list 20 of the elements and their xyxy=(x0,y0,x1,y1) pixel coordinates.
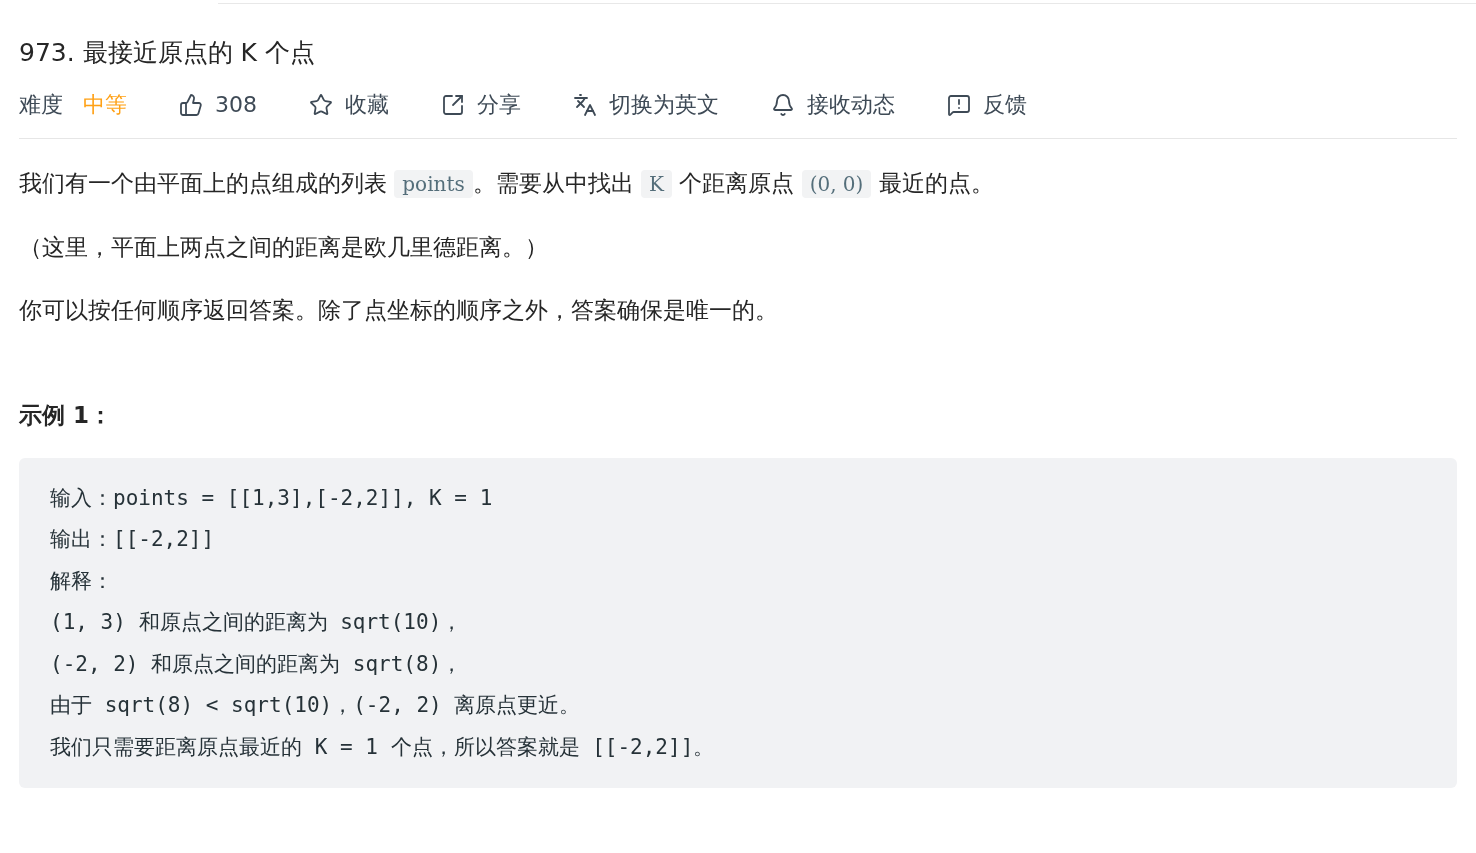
action-button[interactable]: 切换为英文 xyxy=(573,88,719,121)
action-button[interactable]: 接收动态 xyxy=(771,88,895,121)
translate-icon xyxy=(573,92,597,117)
bell-icon xyxy=(771,92,795,117)
difficulty-value: 中等 xyxy=(83,91,127,119)
action-button[interactable]: 收藏 xyxy=(309,88,389,121)
action-button[interactable]: 分享 xyxy=(441,88,521,121)
feedback-icon xyxy=(947,92,971,117)
difficulty-label: 难度 xyxy=(19,91,63,119)
action-button[interactable]: 反馈 xyxy=(947,88,1027,121)
problem-title: 973. 最接近原点的 K 个点 xyxy=(19,37,316,69)
thumbs-up-icon xyxy=(179,92,203,117)
description-paragraph: 你可以按任何顺序返回答案。除了点坐标的顺序之外，答案确保是唯一的。 xyxy=(19,296,779,325)
star-icon xyxy=(309,92,333,117)
example-heading: 示例 1： xyxy=(19,401,113,430)
description-paragraph: 我们有一个由平面上的点组成的列表 points 。需要从中找出 K 个距离原点 (0, 0) 最近的点。 xyxy=(19,169,995,200)
share-icon xyxy=(441,92,465,117)
description-paragraph: （这里，平面上两点之间的距离是欧几里德距离。） xyxy=(19,233,549,262)
like-button[interactable]: 308 xyxy=(179,88,257,121)
example-code-block: 输入：points = [[1,3],[-2,2]], K = 1 输出：[[-2,2]] 解释： (1, 3) 和原点之间的距离为 sqrt(10)， (-2, 2) 和原点之间的距离为 sqrt(8)， 由于 sqrt(8) < sqrt(10)，(-2, 2) 离原点更近。 我们只需要距离原点最近的 K = 1 个点，所以答案就是 [[-2,2]]。 xyxy=(19,457,1457,788)
